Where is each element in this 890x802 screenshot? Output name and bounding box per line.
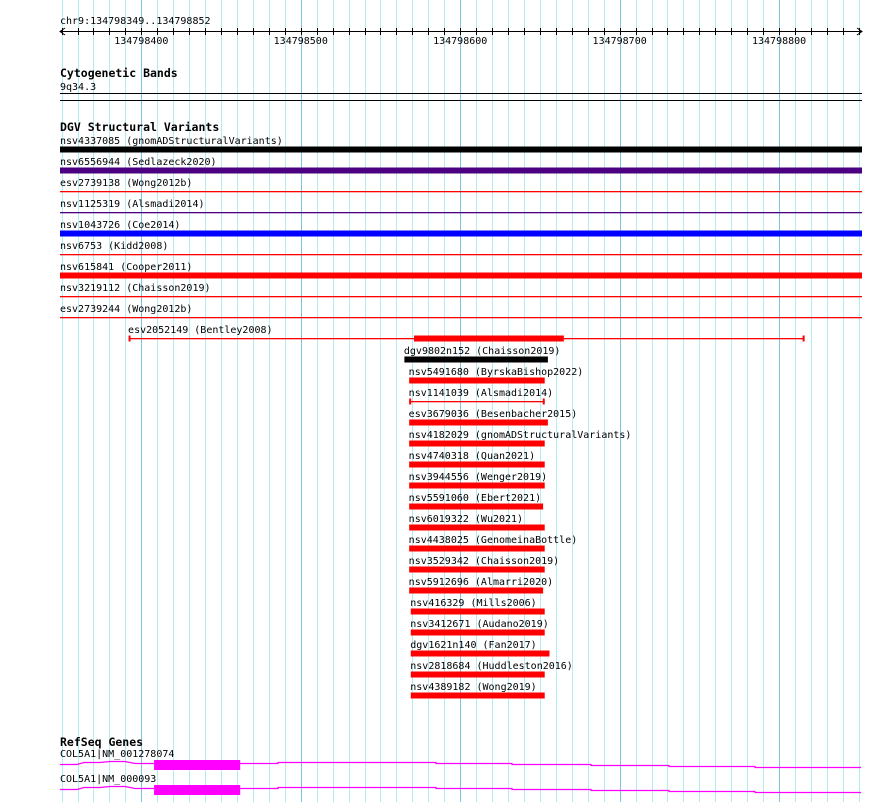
variant-bar[interactable] xyxy=(409,482,545,489)
variant-line[interactable] xyxy=(409,401,545,403)
variant-feature[interactable]: dgv9802n152 (Chaisson2019) xyxy=(404,346,561,363)
variant-line[interactable] xyxy=(60,317,862,319)
variant-line[interactable] xyxy=(60,191,862,193)
variant-label: esv2052149 (Bentley2008) xyxy=(128,325,273,336)
variant-label: nsv416329 (Mills2006) xyxy=(410,598,536,609)
variant-label: esv2739138 (Wong2012b) xyxy=(60,178,192,189)
variant-label: nsv615841 (Cooper2011) xyxy=(60,262,192,273)
variant-end-cap xyxy=(542,398,545,405)
variant-label: nsv5591060 (Ebert2021) xyxy=(409,493,541,504)
variant-feature[interactable]: nsv5491680 (ByrskaBishop2022) xyxy=(409,367,584,384)
ruler-tick-label: 134798600 xyxy=(433,36,487,47)
variant-label: nsv3529342 (Chaisson2019) xyxy=(409,556,560,567)
ruler-tick-label: 134798800 xyxy=(752,36,806,47)
variant-bar[interactable] xyxy=(410,629,545,636)
variant-end-cap xyxy=(802,335,805,342)
ruler-tick-label: 134798700 xyxy=(593,36,647,47)
variant-bar[interactable] xyxy=(404,356,548,363)
variant-label: nsv1125319 (Alsmadi2014) xyxy=(60,199,205,210)
variant-start-cap xyxy=(409,398,412,405)
variant-feature[interactable]: esv3679036 (Besenbacher2015) xyxy=(409,409,578,426)
variant-label: nsv3412671 (Audano2019) xyxy=(410,619,548,630)
variant-label: esv3679036 (Besenbacher2015) xyxy=(409,409,578,420)
variant-feature[interactable]: nsv5912696 (Almarri2020) xyxy=(409,577,554,594)
cytoband-label: 9q34.3 xyxy=(60,82,96,93)
variant-label: nsv1043726 (Coe2014) xyxy=(60,220,180,231)
variant-bar[interactable] xyxy=(409,377,545,384)
variant-feature[interactable]: nsv1141039 (Alsmadi2014) xyxy=(409,388,554,405)
location-label: chr9:134798349..134798852 xyxy=(60,16,211,27)
transcript-label: COL5A1|NM_001278074 xyxy=(60,749,174,760)
variant-label: nsv5912696 (Almarri2020) xyxy=(409,577,554,588)
variant-label: nsv5491680 (ByrskaBishop2022) xyxy=(409,367,584,378)
variant-bar[interactable] xyxy=(409,566,545,573)
variant-label: dgv9802n152 (Chaisson2019) xyxy=(404,346,561,357)
variant-feature[interactable]: esv2052149 (Bentley2008) xyxy=(128,325,805,342)
variant-bar[interactable] xyxy=(409,587,544,594)
variant-bar[interactable] xyxy=(60,230,862,237)
variant-bar[interactable] xyxy=(60,167,862,174)
ruler-tick-label: 134798400 xyxy=(114,36,168,47)
variant-label: nsv1141039 (Alsmadi2014) xyxy=(409,388,554,399)
ruler-tick-label: 134798500 xyxy=(274,36,328,47)
variant-bar[interactable] xyxy=(409,461,545,468)
exon-block[interactable] xyxy=(154,785,241,795)
variant-label: nsv3219112 (Chaisson2019) xyxy=(60,283,211,294)
variant-label: nsv4182029 (gnomADStructuralVariants) xyxy=(409,430,632,441)
variant-feature[interactable]: nsv4740318 (Quan2021) xyxy=(409,451,545,468)
variant-feature[interactable]: nsv416329 (Mills2006) xyxy=(410,598,545,615)
variant-label: nsv4740318 (Quan2021) xyxy=(409,451,535,462)
variant-bar[interactable] xyxy=(60,272,862,279)
variant-label: nsv2818684 (Huddleston2016) xyxy=(410,661,573,672)
variant-bar[interactable] xyxy=(409,440,545,447)
variant-feature[interactable]: dgv1621n140 (Fan2017) xyxy=(410,640,550,657)
exon-block[interactable] xyxy=(154,760,241,770)
variant-feature[interactable]: nsv3412671 (Audano2019) xyxy=(410,619,549,636)
variant-label: nsv6753 (Kidd2008) xyxy=(60,241,168,252)
variant-line[interactable] xyxy=(60,254,862,256)
genome-browser-view[interactable]: chr9:134798349..134798852 134798400 13479… xyxy=(0,0,890,802)
variant-bar[interactable] xyxy=(60,146,862,153)
variant-bar[interactable] xyxy=(413,335,564,342)
variant-feature[interactable]: nsv4438025 (GenomeinaBottle) xyxy=(409,535,578,552)
variant-line[interactable] xyxy=(60,212,862,214)
variant-feature[interactable]: nsv3529342 (Chaisson2019) xyxy=(409,556,560,573)
cytoband-track-title: Cytogenetic Bands xyxy=(60,66,178,80)
variant-label: nsv4389182 (Wong2019) xyxy=(410,682,536,693)
variant-bar[interactable] xyxy=(410,692,545,699)
variant-label: nsv4438025 (GenomeinaBottle) xyxy=(409,535,578,546)
variant-label: nsv4337085 (gnomADStructuralVariants) xyxy=(60,136,283,147)
variant-label: nsv3944556 (Wenger2019) xyxy=(409,472,547,483)
variant-label: nsv6556944 (Sedlazeck2020) xyxy=(60,157,217,168)
variant-label: dgv1621n140 (Fan2017) xyxy=(410,640,536,651)
variant-label: nsv6019322 (Wu2021) xyxy=(409,514,523,525)
variant-label: esv2739244 (Wong2012b) xyxy=(60,304,192,315)
variant-feature[interactable]: nsv2818684 (Huddleston2016) xyxy=(410,661,573,678)
refseq-track-title: RefSeq Genes xyxy=(60,735,143,749)
variant-feature[interactable]: nsv4182029 (gnomADStructuralVariants) xyxy=(409,430,632,447)
variant-bar[interactable] xyxy=(409,503,544,510)
variant-line[interactable] xyxy=(60,296,862,298)
variant-feature[interactable]: nsv3944556 (Wenger2019) xyxy=(409,472,547,489)
variant-feature[interactable]: nsv5591060 (Ebert2021) xyxy=(409,493,544,510)
dgv-track-title: DGV Structural Variants xyxy=(60,120,219,134)
variant-bar[interactable] xyxy=(409,545,545,552)
variant-bar[interactable] xyxy=(409,419,548,426)
variant-bar[interactable] xyxy=(410,650,550,657)
variant-start-cap xyxy=(128,335,131,342)
transcript-label: COL5A1|NM_000093 xyxy=(60,774,156,785)
variant-bar[interactable] xyxy=(410,608,545,615)
variant-bar[interactable] xyxy=(410,671,545,678)
variant-feature[interactable]: nsv4389182 (Wong2019) xyxy=(410,682,545,699)
variant-bar[interactable] xyxy=(409,524,545,531)
